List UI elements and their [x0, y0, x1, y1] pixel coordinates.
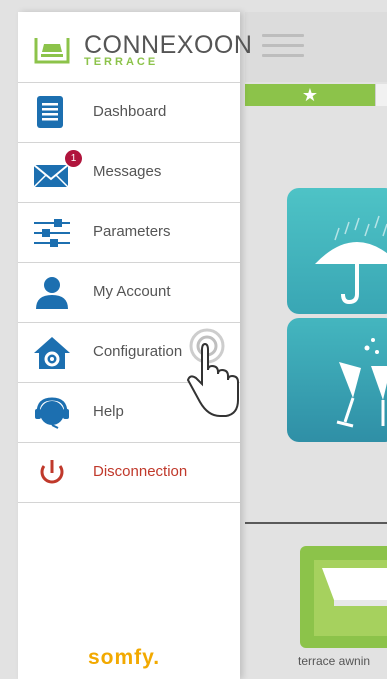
power-icon: [32, 455, 72, 491]
umbrella-icon: [315, 215, 387, 305]
headset-icon: [32, 395, 72, 431]
champagne-glasses-icon: [336, 338, 387, 428]
menu-item-label: Parameters: [93, 223, 171, 240]
document-icon: [32, 95, 72, 131]
menu-item-label: Messages: [93, 163, 162, 180]
tap-hand-cursor-icon: [180, 328, 242, 424]
scenario-tile-party[interactable]: [287, 318, 387, 442]
sliders-icon: [32, 215, 72, 251]
menu-item-my-account[interactable]: My Account: [18, 263, 240, 323]
brand-header: CONNEXOON TERRACE: [18, 12, 252, 83]
somfy-logo: somfy.: [88, 646, 161, 669]
star-icon: ★: [301, 84, 319, 105]
menu-item-label: Disconnection: [93, 463, 188, 480]
awning-icon: [314, 560, 387, 636]
drawer-menu: Dashboard 1 Messages Parameters My Accou…: [18, 83, 240, 503]
menu-item-label: Configuration: [93, 343, 183, 360]
unread-count-badge: 1: [65, 150, 82, 167]
menu-item-label: Help: [93, 403, 124, 420]
connexoon-logo-icon: [34, 36, 70, 69]
device-tile-awning[interactable]: [300, 546, 387, 648]
device-caption: terrace awnin: [298, 654, 371, 668]
tab-next[interactable]: [375, 84, 387, 106]
house-gear-icon: [32, 335, 72, 371]
menu-item-parameters[interactable]: Parameters: [18, 203, 240, 263]
brand-subtitle: TERRACE: [84, 56, 159, 68]
tab-favorites[interactable]: ★: [245, 84, 375, 106]
hamburger-menu-icon[interactable]: [262, 34, 304, 58]
menu-item-label: Dashboard: [93, 103, 167, 120]
person-icon: [32, 275, 72, 311]
menu-item-dashboard[interactable]: Dashboard: [18, 83, 240, 143]
menu-item-messages[interactable]: 1 Messages: [18, 143, 240, 203]
brand-title: CONNEXOON: [84, 31, 253, 59]
section-divider: [245, 522, 387, 524]
scenario-tile-rain[interactable]: [287, 188, 387, 314]
menu-item-label: My Account: [93, 283, 171, 300]
menu-item-disconnection[interactable]: Disconnection: [18, 443, 240, 503]
